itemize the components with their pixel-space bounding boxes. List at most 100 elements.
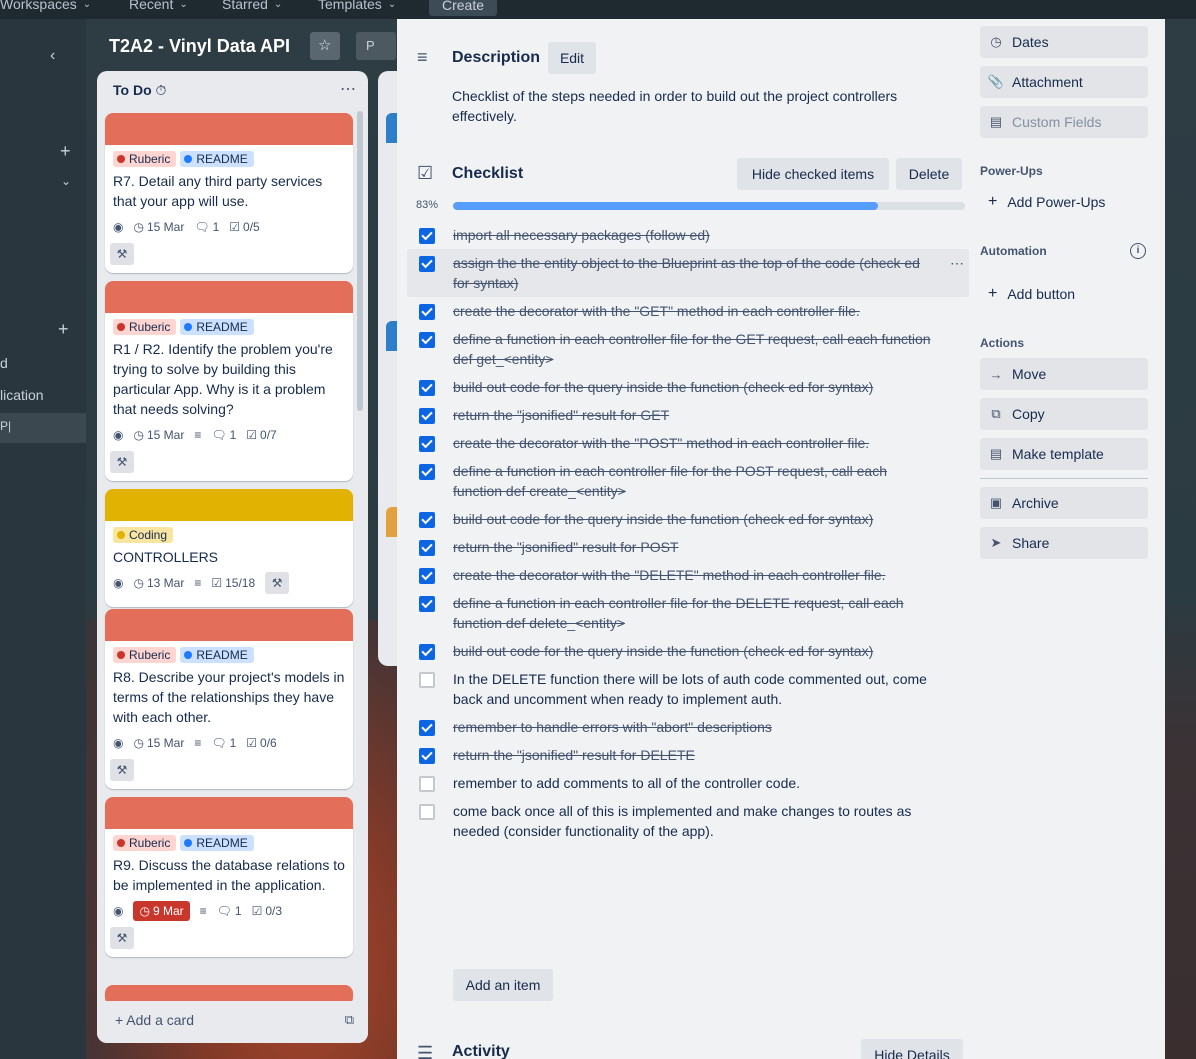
checklist-item-checkbox[interactable] bbox=[419, 464, 435, 480]
checklist-item-checkbox[interactable] bbox=[419, 332, 435, 348]
label-readme[interactable]: README bbox=[180, 151, 254, 167]
label-ruberic[interactable]: Ruberic bbox=[113, 835, 177, 851]
board-title[interactable]: T2A2 - Vinyl Data API bbox=[109, 36, 290, 57]
checklist-item[interactable]: create the decorator with the "POST" met… bbox=[413, 429, 965, 457]
move-button[interactable]: → Move bbox=[980, 358, 1148, 390]
info-icon[interactable]: i bbox=[1130, 243, 1146, 259]
item-more-icon[interactable]: ⋯ bbox=[950, 255, 965, 272]
checklist-item[interactable]: return the "jsonified" result for DELETE bbox=[413, 741, 965, 769]
star-board-button[interactable]: ☆ bbox=[310, 32, 340, 60]
label-ruberic[interactable]: Ruberic bbox=[113, 647, 177, 663]
checklist-item[interactable]: In the DELETE function there will be lot… bbox=[413, 665, 965, 713]
label-ruberic[interactable]: Ruberic bbox=[113, 319, 177, 335]
checklist-item[interactable]: return the "jsonified" result for POST bbox=[413, 533, 965, 561]
checklist-item[interactable]: define a function in each controller fil… bbox=[413, 325, 965, 373]
checklist-item-text[interactable]: assign the the entity object to the Blue… bbox=[453, 253, 933, 293]
checklist-item[interactable]: build out code for the query inside the … bbox=[413, 505, 965, 533]
checklist-item[interactable]: create the decorator with the "GET" meth… bbox=[413, 297, 965, 325]
checklist-item[interactable]: return the "jsonified" result for GET bbox=[413, 401, 965, 429]
workspaces-menu[interactable]: Workspaces ⌄ bbox=[0, 0, 91, 12]
attachment-button[interactable]: 📎 Attachment bbox=[980, 66, 1148, 98]
create-from-template-icon[interactable]: ⧉ bbox=[345, 1012, 354, 1028]
checklist-item-text[interactable]: remember to add comments to all of the c… bbox=[453, 773, 933, 793]
due-date-badge[interactable]: ◷ 13 Mar bbox=[133, 576, 184, 590]
list-menu-icon[interactable]: ⋯ bbox=[340, 79, 356, 99]
checklist-item-text[interactable]: define a function in each controller fil… bbox=[453, 329, 933, 369]
checklist-item-checkbox[interactable] bbox=[419, 596, 435, 612]
dates-button[interactable]: ◷ Dates bbox=[980, 26, 1148, 58]
add-automation-button[interactable]: + Add button bbox=[988, 285, 1075, 303]
sidebar-item-active[interactable]: P| bbox=[0, 413, 86, 443]
checklist-item-text[interactable]: create the decorator with the "POST" met… bbox=[453, 433, 933, 453]
checklist-item-checkbox[interactable] bbox=[419, 512, 435, 528]
checklist-item-checkbox[interactable] bbox=[419, 672, 435, 688]
checklist-item-checkbox[interactable] bbox=[419, 720, 435, 736]
checklist-item[interactable]: come back once all of this is implemente… bbox=[413, 797, 965, 845]
checklist-item-text[interactable]: build out code for the query inside the … bbox=[453, 377, 933, 397]
share-button[interactable]: ➤ Share bbox=[980, 527, 1148, 559]
hide-checked-items-button[interactable]: Hide checked items bbox=[737, 158, 889, 190]
templates-menu[interactable]: Templates ⌄ bbox=[318, 0, 396, 12]
card[interactable]: Ruberic README R9. Discuss the database … bbox=[105, 797, 353, 957]
hide-details-button[interactable]: Hide Details bbox=[861, 1039, 963, 1059]
checklist-item[interactable]: define a function in each controller fil… bbox=[413, 457, 965, 505]
add-powerups-button[interactable]: + Add Power-Ups bbox=[988, 193, 1105, 211]
checklist-item-text[interactable]: build out code for the query inside the … bbox=[453, 641, 933, 661]
member-avatar[interactable]: ⚒ bbox=[110, 927, 134, 949]
edit-description-button[interactable]: Edit bbox=[548, 42, 596, 74]
checklist-item-text[interactable]: return the "jsonified" result for DELETE bbox=[453, 745, 933, 765]
due-date-badge[interactable]: ◷ 15 Mar bbox=[133, 736, 184, 750]
checklist-item[interactable]: remember to handle errors with "abort" d… bbox=[413, 713, 965, 741]
collapse-sidebar-icon[interactable]: ‹ bbox=[50, 47, 55, 65]
checklist-item-checkbox[interactable] bbox=[419, 380, 435, 396]
list-title[interactable]: To Do ⏱ bbox=[113, 82, 166, 99]
checklist-item-checkbox[interactable] bbox=[419, 540, 435, 556]
plus-icon[interactable]: + bbox=[58, 319, 69, 340]
checklist-item-checkbox[interactable] bbox=[419, 228, 435, 244]
checklist-item[interactable]: remember to add comments to all of the c… bbox=[413, 769, 965, 797]
board-view-button[interactable]: P bbox=[356, 32, 396, 60]
card[interactable]: Ruberic README R7. Detail any third part… bbox=[105, 113, 353, 273]
checklist-item-text[interactable]: build out code for the query inside the … bbox=[453, 509, 933, 529]
checklist-item[interactable]: build out code for the query inside the … bbox=[413, 373, 965, 401]
checklist-item[interactable]: define a function in each controller fil… bbox=[413, 589, 965, 637]
checklist-item-text[interactable]: In the DELETE function there will be lot… bbox=[453, 669, 933, 709]
copy-button[interactable]: ⧉ Copy bbox=[980, 398, 1148, 430]
checklist-item-checkbox[interactable] bbox=[419, 568, 435, 584]
checklist-item-checkbox[interactable] bbox=[419, 436, 435, 452]
checklist-item-text[interactable]: define a function in each controller fil… bbox=[453, 593, 933, 633]
checklist-item-checkbox[interactable] bbox=[419, 748, 435, 764]
checklist-item-checkbox[interactable] bbox=[419, 408, 435, 424]
checklist-item-text[interactable]: come back once all of this is implemente… bbox=[453, 801, 933, 841]
custom-fields-button[interactable]: ▤ Custom Fields bbox=[980, 106, 1148, 138]
checklist-item-text[interactable]: create the decorator with the "GET" meth… bbox=[453, 301, 933, 321]
make-template-button[interactable]: ▤ Make template bbox=[980, 438, 1148, 470]
due-date-badge[interactable]: ◷ 15 Mar bbox=[133, 220, 184, 234]
checklist-item[interactable]: assign the the entity object to the Blue… bbox=[407, 249, 969, 297]
add-card-button[interactable]: + Add a card bbox=[115, 1012, 194, 1028]
label-readme[interactable]: README bbox=[180, 319, 254, 335]
create-button[interactable]: Create bbox=[429, 0, 497, 16]
checklist-item-checkbox[interactable] bbox=[419, 776, 435, 792]
checklist-item-text[interactable]: define a function in each controller fil… bbox=[453, 461, 933, 501]
checklist-item-checkbox[interactable] bbox=[419, 644, 435, 660]
checklist-item[interactable]: import all necessary packages (follow ed… bbox=[413, 221, 965, 249]
member-avatar[interactable]: ⚒ bbox=[110, 243, 134, 265]
card[interactable]: Ruberic README R8. Describe your project… bbox=[105, 609, 353, 789]
card[interactable]: Ruberic README R1 / R2. Identify the pro… bbox=[105, 281, 353, 481]
due-date-badge-overdue[interactable]: ◷ 9 Mar bbox=[133, 901, 190, 921]
add-checklist-item-button[interactable]: Add an item bbox=[453, 969, 553, 1001]
archive-button[interactable]: ▣ Archive bbox=[980, 487, 1148, 519]
member-avatar[interactable]: ⚒ bbox=[265, 572, 290, 594]
description-text[interactable]: Checklist of the steps needed in order t… bbox=[452, 86, 952, 126]
member-avatar[interactable]: ⚒ bbox=[110, 451, 134, 473]
checklist-item-text[interactable]: create the decorator with the "DELETE" m… bbox=[453, 565, 933, 585]
label-ruberic[interactable]: Ruberic bbox=[113, 151, 177, 167]
checklist-item[interactable]: build out code for the query inside the … bbox=[413, 637, 965, 665]
checklist-item-checkbox[interactable] bbox=[419, 256, 435, 272]
checklist-item-text[interactable]: return the "jsonified" result for GET bbox=[453, 405, 933, 425]
checklist-item-checkbox[interactable] bbox=[419, 304, 435, 320]
checklist-item-checkbox[interactable] bbox=[419, 804, 435, 820]
starred-menu[interactable]: Starred ⌄ bbox=[222, 0, 282, 12]
delete-checklist-button[interactable]: Delete bbox=[896, 158, 962, 190]
